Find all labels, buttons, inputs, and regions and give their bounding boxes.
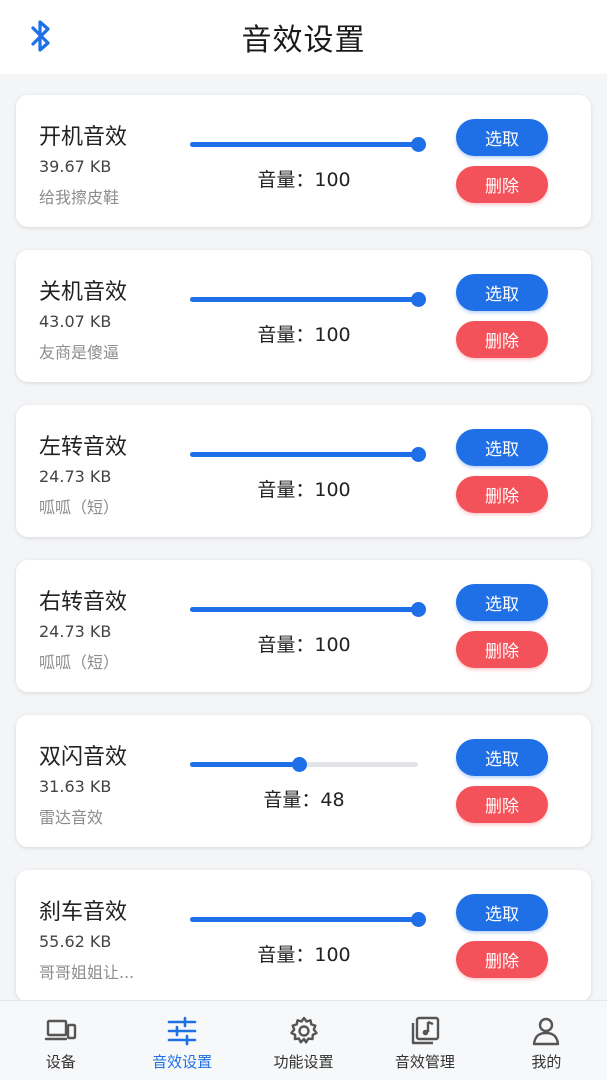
tab-label: 我的 xyxy=(531,1053,562,1071)
volume-readout: 音量：100 xyxy=(190,630,418,657)
music-folder-icon xyxy=(411,1016,440,1045)
volume-slider[interactable] xyxy=(190,137,426,153)
sound-card: 关机音效 43.07 KB 友商是傻逼 音量：100 选取 删除 xyxy=(16,250,591,382)
volume-value: 48 xyxy=(320,789,345,811)
tab-label: 设备 xyxy=(45,1053,76,1071)
volume-readout: 音量：100 xyxy=(190,475,418,502)
slider-thumb[interactable] xyxy=(411,602,426,617)
sound-name: 右转音效 xyxy=(39,590,128,615)
bottom-tab-bar: 设备 音效设置 功能设置 音效管理 我的 xyxy=(0,1000,607,1080)
sound-name: 左转音效 xyxy=(39,435,128,460)
volume-prefix: 音量： xyxy=(257,324,315,346)
sound-description: 友商是傻逼 xyxy=(39,343,120,362)
sound-size: 31.63 KB xyxy=(39,777,112,796)
slider-thumb[interactable] xyxy=(411,292,426,307)
volume-readout: 音量：100 xyxy=(190,165,418,192)
volume-slider[interactable] xyxy=(190,447,426,463)
volume-value: 100 xyxy=(314,634,351,656)
slider-fill xyxy=(190,762,300,767)
delete-button[interactable]: 删除 xyxy=(456,941,548,978)
slider-thumb[interactable] xyxy=(411,447,426,462)
volume-prefix: 音量： xyxy=(257,479,315,501)
tab-device[interactable]: 设备 xyxy=(0,1001,121,1080)
volume-value: 100 xyxy=(314,479,351,501)
select-button[interactable]: 选取 xyxy=(456,584,548,621)
volume-slider[interactable] xyxy=(190,757,418,773)
sliders-icon xyxy=(167,1016,197,1046)
tab-profile[interactable]: 我的 xyxy=(486,1001,607,1080)
volume-prefix: 音量： xyxy=(257,634,315,656)
slider-fill xyxy=(190,917,418,922)
delete-button[interactable]: 删除 xyxy=(456,631,548,668)
sound-name: 开机音效 xyxy=(39,125,128,150)
slider-thumb[interactable] xyxy=(411,912,426,927)
sound-size: 24.73 KB xyxy=(39,467,112,486)
sound-description: 哥哥姐姐让... xyxy=(39,963,135,982)
sound-size: 55.62 KB xyxy=(39,932,112,951)
gear-icon xyxy=(289,1016,318,1044)
sound-name: 关机音效 xyxy=(39,280,128,305)
volume-readout: 音量：100 xyxy=(190,320,418,347)
user-icon xyxy=(533,1017,560,1046)
volume-slider[interactable] xyxy=(190,292,426,308)
volume-prefix: 音量： xyxy=(263,789,321,811)
slider-thumb[interactable] xyxy=(411,137,426,152)
sound-name: 刹车音效 xyxy=(39,900,128,925)
sound-card: 左转音效 24.73 KB 呱呱（短） 音量：100 选取 删除 xyxy=(16,405,591,537)
slider-fill xyxy=(190,297,418,302)
delete-button[interactable]: 删除 xyxy=(456,166,548,203)
volume-value: 100 xyxy=(314,944,351,966)
sound-description: 呱呱（短） xyxy=(39,653,120,672)
volume-slider[interactable] xyxy=(190,912,426,928)
device-icon xyxy=(44,1019,76,1041)
sound-size: 39.67 KB xyxy=(39,157,112,176)
volume-prefix: 音量： xyxy=(257,944,315,966)
sound-description: 呱呱（短） xyxy=(39,498,120,517)
volume-value: 100 xyxy=(314,324,351,346)
sound-size: 24.73 KB xyxy=(39,622,112,641)
volume-slider[interactable] xyxy=(190,602,426,618)
select-button[interactable]: 选取 xyxy=(456,894,548,931)
page-title: 音效设置 xyxy=(241,23,366,58)
sound-description: 给我擦皮鞋 xyxy=(39,188,120,207)
sound-name: 双闪音效 xyxy=(39,745,128,770)
tab-label: 音效管理 xyxy=(394,1053,455,1071)
slider-fill xyxy=(190,607,418,612)
sound-list[interactable]: 开机音效 39.67 KB 给我擦皮鞋 音量：100 选取 删除 关机音效 43… xyxy=(0,74,607,1000)
tab-sound-settings[interactable]: 音效设置 xyxy=(121,1001,242,1080)
slider-fill xyxy=(190,142,418,147)
sound-card: 开机音效 39.67 KB 给我擦皮鞋 音量：100 选取 删除 xyxy=(16,95,591,227)
volume-readout: 音量：48 xyxy=(190,785,418,812)
slider-thumb[interactable] xyxy=(292,757,308,772)
tab-sound-management[interactable]: 音效管理 xyxy=(364,1001,485,1080)
bluetooth-icon[interactable] xyxy=(26,18,56,54)
sound-card: 右转音效 24.73 KB 呱呱（短） 音量：100 选取 删除 xyxy=(16,560,591,692)
volume-value: 100 xyxy=(314,169,351,191)
volume-prefix: 音量： xyxy=(257,169,315,191)
sound-card: 刹车音效 55.62 KB 哥哥姐姐让... 音量：100 选取 删除 xyxy=(16,870,591,1000)
delete-button[interactable]: 删除 xyxy=(456,476,548,513)
select-button[interactable]: 选取 xyxy=(456,429,548,466)
select-button[interactable]: 选取 xyxy=(456,274,548,311)
sound-card: 双闪音效 31.63 KB 雷达音效 音量：48 选取 删除 xyxy=(16,715,591,847)
volume-readout: 音量：100 xyxy=(190,940,418,967)
delete-button[interactable]: 删除 xyxy=(456,786,548,823)
select-button[interactable]: 选取 xyxy=(456,739,548,776)
sound-size: 43.07 KB xyxy=(39,312,112,331)
tab-function-settings[interactable]: 功能设置 xyxy=(243,1001,364,1080)
tab-label: 功能设置 xyxy=(273,1053,334,1071)
select-button[interactable]: 选取 xyxy=(456,119,548,156)
top-bar: 音效设置 xyxy=(0,0,607,74)
slider-fill xyxy=(190,452,418,457)
tab-label: 音效设置 xyxy=(152,1053,213,1071)
delete-button[interactable]: 删除 xyxy=(456,321,548,358)
sound-description: 雷达音效 xyxy=(39,808,104,827)
